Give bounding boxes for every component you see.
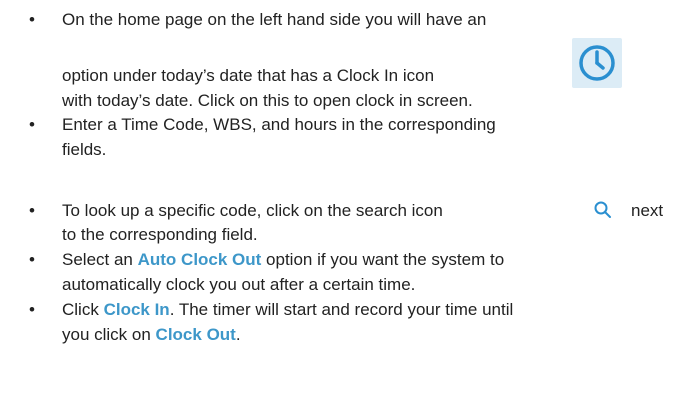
bullet-3-line-1-suffix: next — [631, 201, 664, 220]
bullet-1-line-3: with today’s date. Click on this to open… — [62, 91, 473, 110]
bullet-marker: • — [29, 300, 35, 319]
bullet-3-line-2: to the corresponding field. — [62, 225, 258, 244]
bullet-marker: • — [29, 115, 35, 134]
bullet-marker: • — [29, 250, 35, 269]
bullet-5-text: . — [235, 325, 241, 344]
bullet-2-line-2: fields. — [62, 140, 107, 159]
instructions-document: • On the home page on the left hand side… — [0, 0, 694, 410]
bullet-1-line-1: On the home page on the left hand side y… — [62, 10, 487, 29]
clock-out-term: Clock Out — [155, 325, 236, 344]
search-icon — [593, 200, 613, 220]
bullet-4-line-2: automatically clock you out after a cert… — [62, 275, 416, 294]
bullet-2-line-1: Enter a Time Code, WBS, and hours in the… — [62, 115, 496, 134]
bullet-4-text: Select an — [62, 250, 138, 269]
bullet-marker: • — [29, 10, 35, 29]
bullet-5-text: you click on — [62, 325, 156, 344]
bullet-3-line-1: To look up a specific code, click on the… — [62, 201, 443, 220]
clock-in-term: Clock In — [103, 300, 170, 319]
bullet-5-text: Click — [62, 300, 104, 319]
clock-icon — [572, 38, 622, 88]
bullet-4-text: option if you want the system to — [261, 250, 505, 269]
bullet-5-text: . The timer will start and record your t… — [169, 300, 514, 319]
bullet-4-line-1: Select an Auto Clock Out option if you w… — [62, 248, 504, 272]
auto-clock-out-term: Auto Clock Out — [137, 250, 262, 269]
bullet-1-line-2: option under today’s date that has a Clo… — [62, 66, 435, 85]
bullet-5-line-1: Click Clock In. The timer will start and… — [62, 298, 513, 322]
bullet-5-line-2: you click on Clock Out. — [62, 323, 241, 347]
bullet-marker: • — [29, 201, 35, 220]
